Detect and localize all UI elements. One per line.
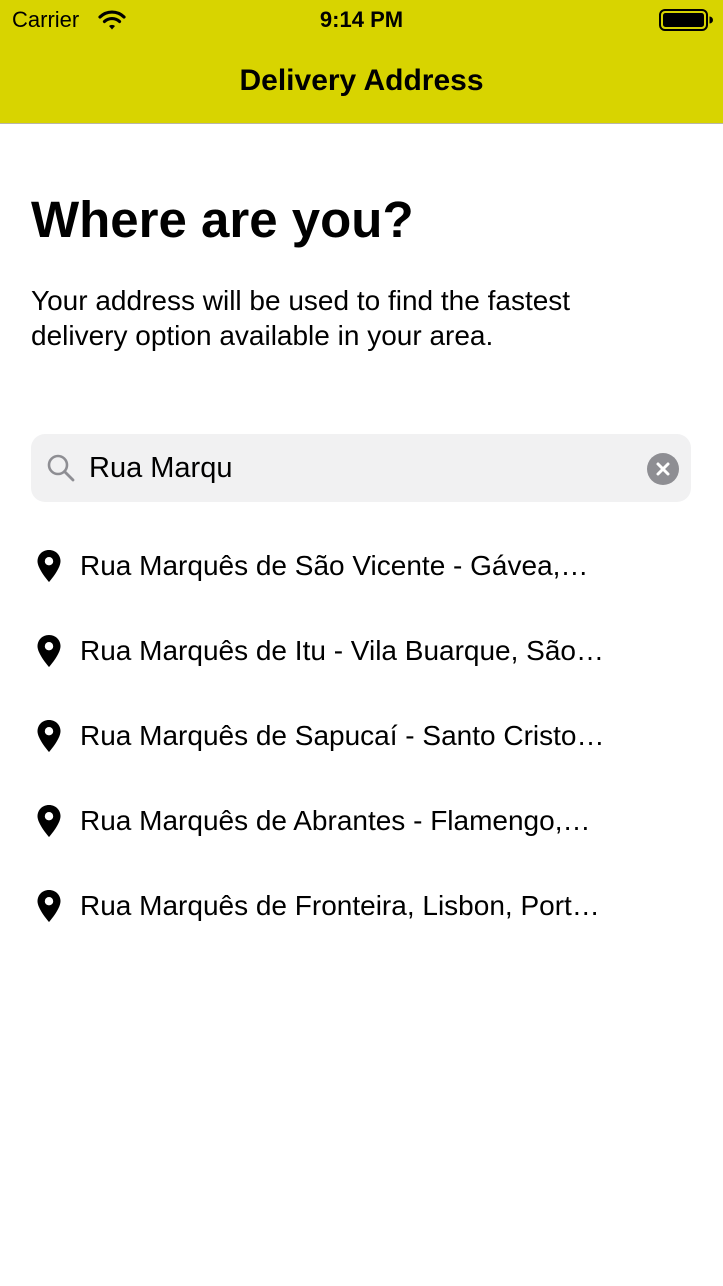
address-suggestion-item[interactable]: Rua Marquês de Abrantes - Flamengo,… — [0, 778, 723, 863]
address-suggestion-item[interactable]: Rua Marquês de São Vicente - Gávea,… — [0, 523, 723, 608]
search-bar[interactable] — [31, 434, 691, 502]
battery-icon — [659, 9, 713, 31]
address-suggestion-item[interactable]: Rua Marquês de Fronteira, Lisbon, Port… — [0, 863, 723, 948]
address-suggestion-item[interactable]: Rua Marquês de Itu - Vila Buarque, São… — [0, 608, 723, 693]
map-pin-icon — [36, 719, 62, 753]
address-suggestion-label: Rua Marquês de Fronteira, Lisbon, Port… — [80, 890, 600, 921]
map-pin-icon — [36, 634, 62, 668]
address-suggestion-label: Rua Marquês de São Vicente - Gávea,… — [80, 550, 589, 581]
clear-search-button[interactable] — [647, 453, 679, 485]
search-icon — [46, 453, 76, 483]
map-pin-icon — [36, 889, 62, 923]
address-suggestion-item[interactable]: Rua Marquês de Sapucaí - Santo Cristo… — [0, 693, 723, 778]
clear-icon — [656, 462, 670, 476]
navigation-header: Carrier 9:14 PM Delivery Address — [0, 0, 723, 124]
map-pin-icon — [36, 804, 62, 838]
nav-title: Delivery Address — [239, 64, 484, 97]
address-suggestion-label: Rua Marquês de Abrantes - Flamengo,… — [80, 805, 591, 836]
address-suggestions-list: Rua Marquês de São Vicente - Gávea,… Rua… — [0, 523, 723, 948]
status-bar: Carrier 9:14 PM — [0, 0, 723, 40]
page-title: Where are you? — [31, 191, 414, 248]
search-input[interactable] — [89, 448, 629, 488]
address-suggestion-label: Rua Marquês de Sapucaí - Santo Cristo… — [80, 720, 605, 751]
status-time: 9:14 PM — [319, 7, 404, 32]
address-suggestion-label: Rua Marquês de Itu - Vila Buarque, São… — [80, 635, 605, 666]
map-pin-icon — [36, 549, 62, 583]
page-description: Your address will be used to find the fa… — [31, 285, 571, 351]
